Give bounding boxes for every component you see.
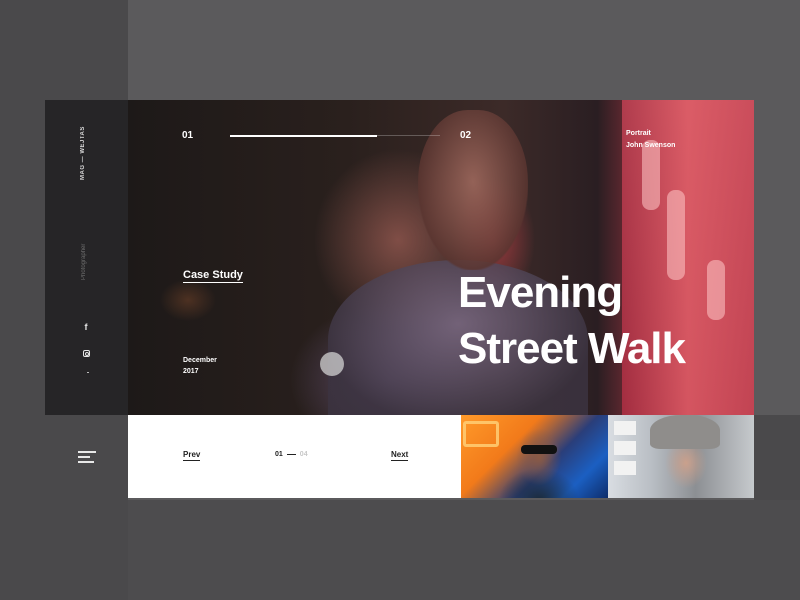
neon-sign	[463, 421, 499, 447]
pager: 01 04	[275, 451, 308, 458]
publish-date: December 2017	[183, 355, 217, 377]
sunglasses	[521, 445, 557, 454]
background-band-right	[754, 415, 800, 500]
slide-next-number[interactable]: 02	[460, 130, 471, 141]
pager-total: 04	[299, 451, 308, 458]
thumbnail-beanie-portrait[interactable]	[608, 415, 754, 498]
portfolio-card: MAG — WEJTAS Photographer f 01 02 Portra…	[45, 100, 754, 498]
pager-current: 01	[275, 451, 283, 458]
case-study-link[interactable]: Case Study	[183, 269, 243, 283]
portrait-label: Portrait	[626, 130, 651, 137]
beanie	[650, 415, 720, 449]
hero-image: 01 02 Portrait John Swenson Case Study D…	[128, 100, 754, 420]
sidebar: MAG — WEJTAS Photographer f	[45, 100, 128, 415]
category-label: Photographer	[81, 243, 87, 280]
page-title: Evening Street Walk	[458, 265, 686, 377]
slide-current-number: 01	[182, 130, 194, 141]
cursor-indicator	[320, 352, 344, 376]
background-band-bottom	[128, 500, 800, 600]
hamburger-icon[interactable]	[78, 451, 96, 463]
portrait-subject-head	[418, 110, 528, 270]
slide-navigation: Prev 01 04 Next	[128, 415, 461, 498]
portrait-author: John Swenson	[626, 142, 676, 149]
facebook-icon[interactable]: f	[79, 320, 93, 334]
brand-logo[interactable]: MAG — WEJTAS	[80, 126, 96, 180]
slide-progress-bar[interactable]	[230, 134, 440, 137]
prev-button[interactable]: Prev	[183, 450, 201, 461]
date-month: December	[183, 357, 217, 364]
social-divider	[87, 372, 89, 373]
portrait-meta: Portrait John Swenson	[626, 128, 675, 152]
menu-button[interactable]	[45, 415, 128, 498]
slide-progress-fill	[230, 134, 377, 137]
title-line-1: Evening	[458, 268, 623, 317]
pager-dash	[286, 453, 296, 455]
date-year: 2017	[183, 368, 199, 375]
instagram-icon[interactable]	[79, 345, 93, 359]
next-button[interactable]: Next	[391, 450, 409, 461]
title-line-2: Street Walk	[458, 324, 686, 373]
thumbnail-neon-portrait[interactable]	[461, 415, 608, 498]
